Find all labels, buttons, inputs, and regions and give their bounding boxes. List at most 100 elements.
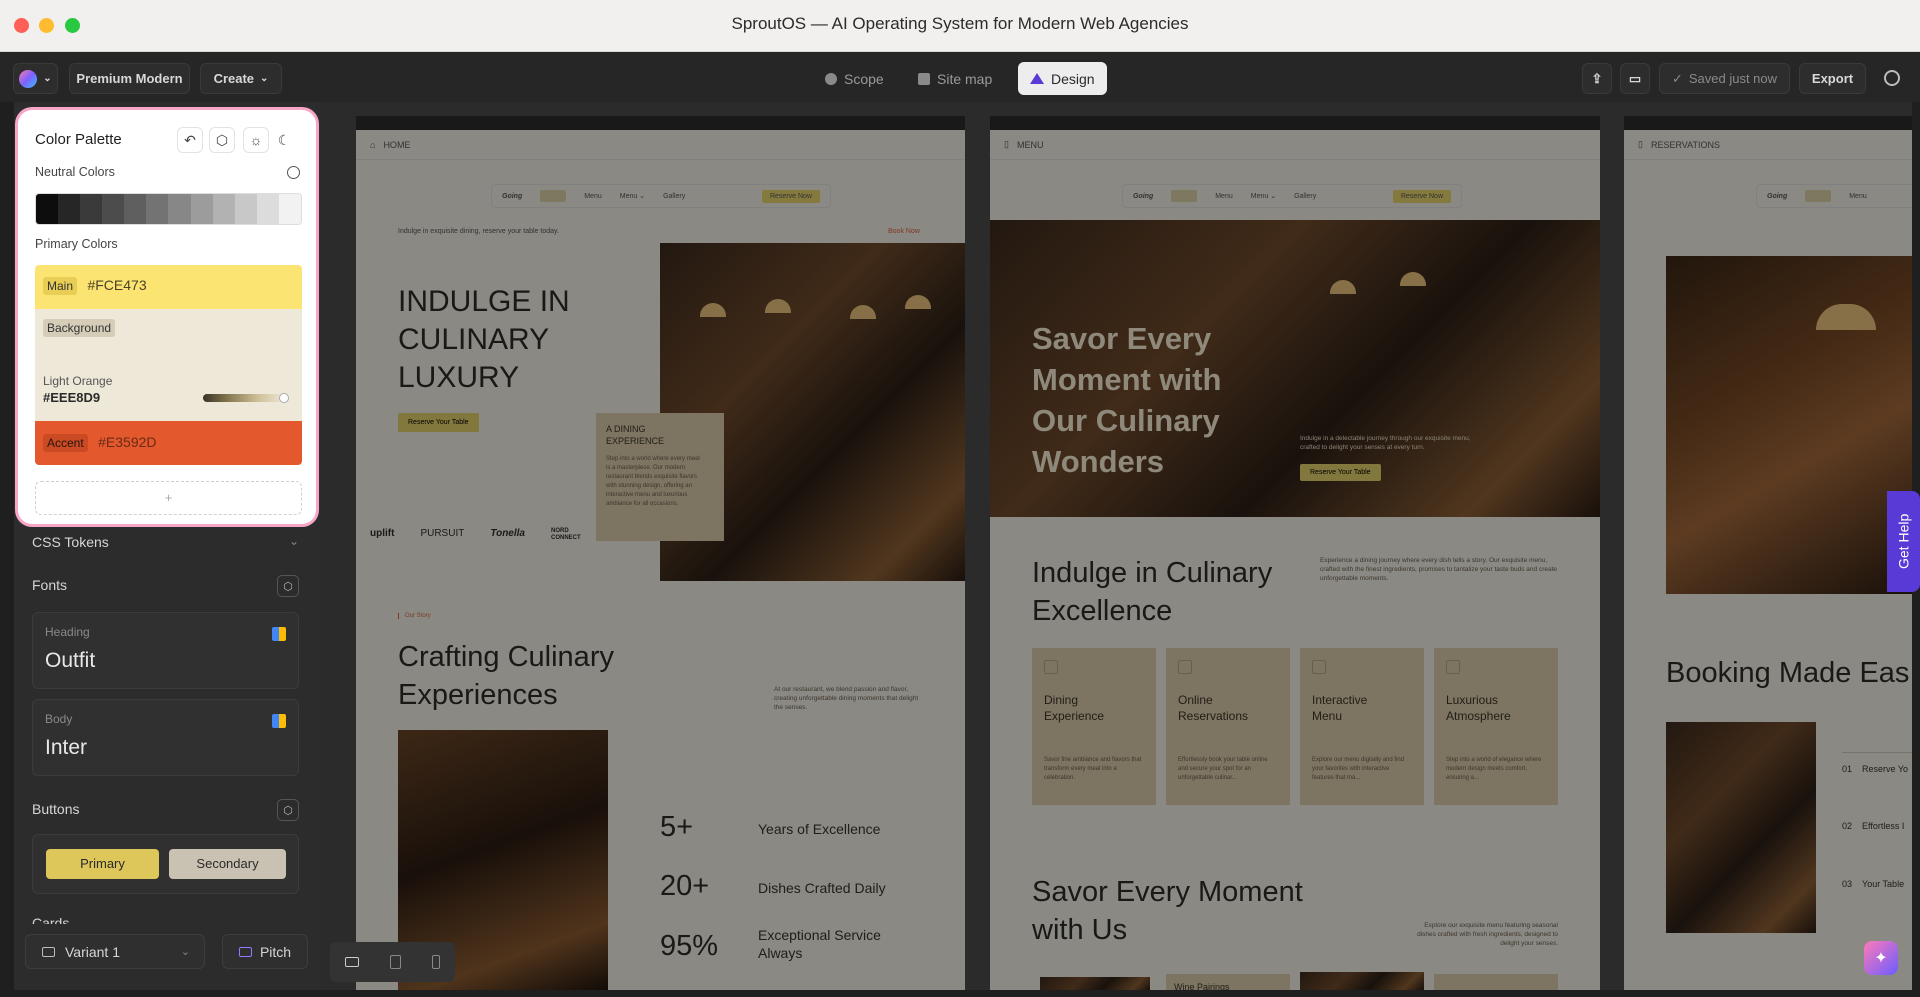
inactive-overlay xyxy=(990,116,1600,990)
design-icon xyxy=(1030,73,1044,84)
share-button[interactable]: ⇪ xyxy=(1582,63,1612,94)
neutral-swatch[interactable] xyxy=(102,194,125,224)
add-color-button[interactable]: + xyxy=(35,481,302,515)
background-name: Light Orange xyxy=(43,374,113,388)
background-pill: Background xyxy=(43,319,116,337)
tablet-icon[interactable] xyxy=(389,955,401,969)
create-label: Create xyxy=(213,71,255,86)
page-preview-reservations[interactable]: ▯ RESERVATIONS Going Menu Booking Made Ea… xyxy=(1624,116,1912,990)
neutral-swatch[interactable] xyxy=(36,194,59,224)
check-icon: ✓ xyxy=(1671,70,1683,86)
saved-label: Saved just now xyxy=(1688,71,1778,86)
get-help-label: Get Help xyxy=(1895,513,1912,570)
neutral-colors-label: Neutral Colors xyxy=(35,165,115,179)
pitch-label: Pitch xyxy=(259,943,292,960)
neutral-swatch[interactable] xyxy=(146,194,169,224)
tab-scope[interactable]: Scope xyxy=(813,62,896,95)
info-icon[interactable] xyxy=(287,166,300,179)
css-tokens-section[interactable]: CSS Tokens ⌄ xyxy=(32,534,299,558)
tab-site-map[interactable]: Site map xyxy=(906,62,1004,95)
chevron-down-icon: ⌄ xyxy=(288,534,299,548)
export-button[interactable]: Export xyxy=(1799,63,1866,94)
cube-icon[interactable]: ⬡ xyxy=(277,575,299,597)
moon-icon: ☾ xyxy=(277,131,291,148)
neutral-swatch[interactable] xyxy=(278,194,301,224)
chevron-down-icon: ⌄ xyxy=(180,946,190,958)
page-preview-home[interactable]: ⌂ HOME Going Menu Menu ⌄ Gallery Reserve … xyxy=(356,116,965,990)
fonts-label: Fonts xyxy=(32,577,68,593)
heading-font-label: Heading xyxy=(45,625,90,639)
window-title: SproutOS — AI Operating System for Moder… xyxy=(731,14,1189,33)
primary-colors-label: Primary Colors xyxy=(35,237,118,251)
heading-font-card[interactable]: Heading Outfit xyxy=(32,612,299,689)
background-color-swatch[interactable]: Background Light Orange #EEE8D9 xyxy=(35,309,302,421)
main-color-swatch[interactable]: Main #FCE473 xyxy=(35,265,302,309)
buttons-label: Buttons xyxy=(32,801,80,817)
undo-icon: ↶ xyxy=(184,131,196,148)
undo-button[interactable]: ↶ xyxy=(177,127,203,153)
comment-icon: ▭ xyxy=(1628,70,1642,86)
accent-pill: Accent xyxy=(43,434,88,452)
neutral-swatch[interactable] xyxy=(256,194,279,224)
body-font-label: Body xyxy=(45,712,73,726)
neutral-swatch[interactable] xyxy=(168,194,191,224)
presentation-icon xyxy=(238,946,252,957)
google-fonts-icon xyxy=(272,627,286,641)
accent-hex: #E3592D xyxy=(98,434,157,450)
body-font-card[interactable]: Body Inter xyxy=(32,699,299,776)
neutral-swatch[interactable] xyxy=(234,194,257,224)
css-tokens-label: CSS Tokens xyxy=(32,534,109,550)
main-hex: #FCE473 xyxy=(87,277,147,293)
dark-mode-button[interactable]: ☾ xyxy=(271,127,297,153)
comments-button[interactable]: ▭ xyxy=(1620,63,1650,94)
accent-color-swatch[interactable]: Accent #E3592D xyxy=(35,421,302,465)
desktop-icon[interactable] xyxy=(345,957,360,967)
fonts-section-header: Fonts ⬡ xyxy=(32,575,299,601)
share-icon: ⇪ xyxy=(1591,70,1603,86)
neutral-swatch[interactable] xyxy=(190,194,213,224)
secondary-button-preview[interactable]: Secondary xyxy=(169,849,286,879)
google-fonts-icon xyxy=(272,714,286,728)
tab-scope-label: Scope xyxy=(844,70,884,87)
neutral-swatch[interactable] xyxy=(212,194,235,224)
pitch-button[interactable]: Pitch xyxy=(222,934,308,969)
neutral-swatch[interactable] xyxy=(124,194,147,224)
shade-slider-thumb[interactable] xyxy=(279,393,289,403)
tab-design[interactable]: Design xyxy=(1018,62,1107,95)
neutral-swatch[interactable] xyxy=(58,194,81,224)
ai-assistant-button[interactable]: ✦ xyxy=(1864,941,1898,975)
saved-status: ✓ Saved just now xyxy=(1659,63,1790,94)
variant-select[interactable]: Variant 1 ⌄ xyxy=(25,934,205,969)
tab-design-label: Design xyxy=(1051,70,1095,87)
light-mode-button[interactable]: ☼ xyxy=(243,127,269,153)
chevron-down-icon: ⌄ xyxy=(260,73,269,84)
buttons-preview-card: Primary Secondary xyxy=(32,834,299,894)
device-toggle-bar xyxy=(330,942,455,982)
theme-label: Premium Modern xyxy=(76,71,183,86)
sparkle-icon: ✦ xyxy=(1874,950,1888,967)
neutral-swatch[interactable] xyxy=(80,194,103,224)
cube-icon[interactable]: ⬡ xyxy=(277,799,299,821)
neutral-swatch-strip[interactable] xyxy=(35,193,302,225)
theme-button[interactable]: Premium Modern xyxy=(69,63,190,94)
sun-icon: ☼ xyxy=(249,132,263,148)
export-label: Export xyxy=(1811,71,1854,86)
add-color-label: + xyxy=(164,490,173,505)
cube-icon: ⬡ xyxy=(215,131,229,148)
shade-slider[interactable] xyxy=(203,394,285,402)
randomize-button[interactable]: ⬡ xyxy=(209,127,235,153)
mobile-icon[interactable] xyxy=(431,955,440,969)
inactive-overlay xyxy=(356,116,965,990)
status-circle-icon[interactable] xyxy=(1884,70,1900,86)
app-menu-button[interactable]: ⌄ xyxy=(13,63,58,94)
background-hex: #EEE8D9 xyxy=(43,390,101,405)
sitemap-icon xyxy=(918,72,930,85)
get-help-tab[interactable]: Get Help xyxy=(1887,491,1920,592)
create-button[interactable]: Create ⌄ xyxy=(200,63,282,94)
primary-button-preview[interactable]: Primary xyxy=(46,849,159,879)
color-palette-panel: Color Palette ↶ ⬡ ☼ ☾ Neutral Colors Pri… xyxy=(18,110,316,524)
page-preview-menu[interactable]: ▯ MENU Going Menu Menu ⌄ Gallery Reserve … xyxy=(990,116,1600,990)
buttons-section-header: Buttons ⬡ xyxy=(32,799,299,825)
main-pill: Main xyxy=(43,277,78,295)
variant-label: Variant 1 xyxy=(65,943,120,960)
